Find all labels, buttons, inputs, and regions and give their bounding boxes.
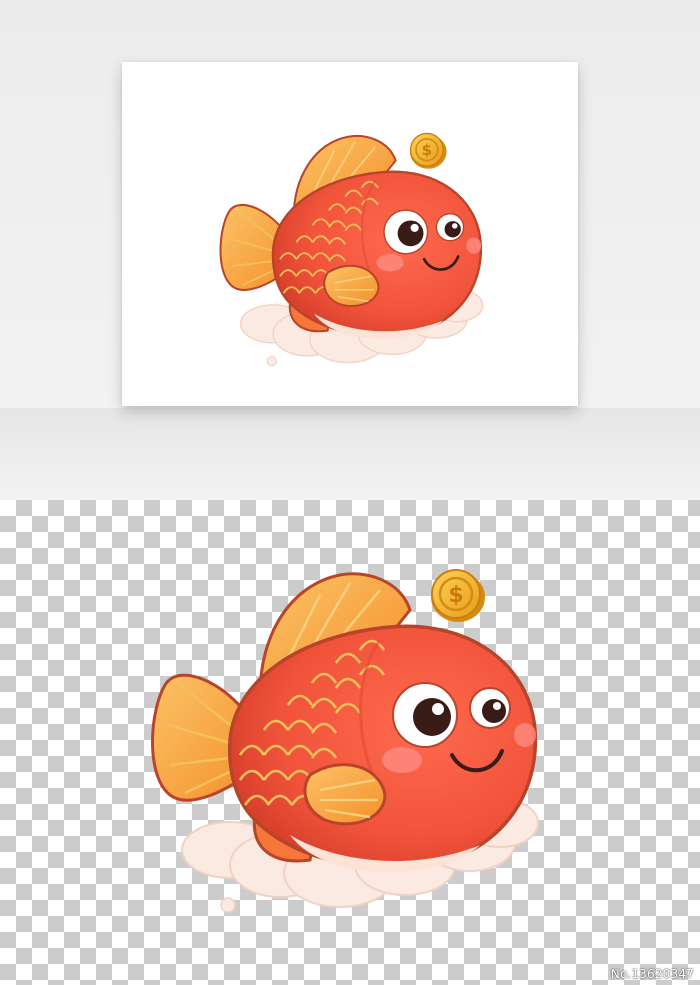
white-preview-card [122,62,578,406]
watermark-id-label: No.13620347 [610,967,694,981]
transparent-checkerboard: No.13620347 [0,500,700,985]
goldfish-illustration-large [150,568,540,914]
goldfish-illustration-small [219,132,485,368]
preview-floor [0,408,700,500]
